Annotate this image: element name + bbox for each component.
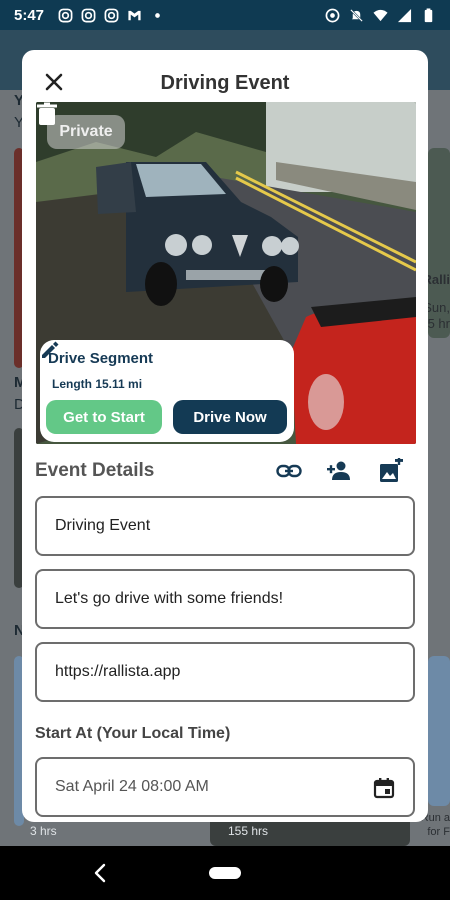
modal-title: Driving Event [160, 72, 290, 94]
background-hrs: 3 hrs [30, 824, 57, 838]
sync-icon [325, 8, 340, 22]
gmail-icon [128, 10, 141, 20]
signal-icon [397, 8, 412, 22]
system-icons [325, 7, 436, 23]
home-pill-button[interactable] [209, 867, 241, 879]
start-date-field[interactable]: Sat April 24 08:00 AM [35, 757, 415, 817]
notification-icons [58, 8, 165, 23]
get-to-start-button[interactable]: Get to Start [46, 400, 162, 434]
background-card-text: for F [427, 826, 450, 838]
link-icon[interactable] [276, 458, 302, 484]
mute-icon [350, 8, 363, 22]
wifi-icon [373, 9, 388, 21]
back-icon[interactable] [92, 862, 108, 884]
event-photo: Private Drive Segment Length 15.11 mi Ge… [36, 102, 416, 444]
edit-pencil-icon[interactable] [40, 340, 60, 360]
segment-length: Length 15.11 mi [52, 377, 143, 391]
start-at-label: Start At (Your Local Time) [35, 725, 231, 742]
background-card-text: 5 hr [427, 316, 450, 331]
calendar-icon[interactable] [373, 777, 395, 799]
background-hrs: 155 hrs [228, 824, 269, 838]
event-details-heading: Event Details [35, 460, 155, 481]
system-nav-bar [0, 846, 450, 900]
instagram-icon [58, 8, 73, 22]
background-card [428, 656, 450, 806]
instagram-icon [81, 8, 96, 22]
private-badge[interactable]: Private [47, 115, 125, 149]
drive-segment-card: Drive Segment Length 15.11 mi Get to Sta… [40, 340, 294, 442]
event-name-field[interactable]: Driving Event [35, 496, 415, 556]
add-photo-icon[interactable] [378, 458, 404, 484]
dot-icon [155, 12, 160, 18]
drive-now-button[interactable]: Drive Now [173, 400, 287, 434]
battery-icon [424, 7, 433, 22]
status-time: 5:47 [14, 6, 45, 24]
trash-icon[interactable] [36, 102, 58, 126]
instagram-icon [104, 8, 119, 22]
event-modal: Driving Event Private Drive Segment Leng… [22, 50, 428, 822]
add-person-icon[interactable] [326, 458, 352, 484]
start-date-value: Sat April 24 08:00 AM [55, 778, 209, 795]
event-description-field[interactable]: Let's go drive with some friends! [35, 569, 415, 629]
event-url-field[interactable]: https://rallista.app [35, 642, 415, 702]
status-bar: 5:47 [0, 0, 450, 30]
segment-title: Drive Segment [48, 350, 154, 367]
